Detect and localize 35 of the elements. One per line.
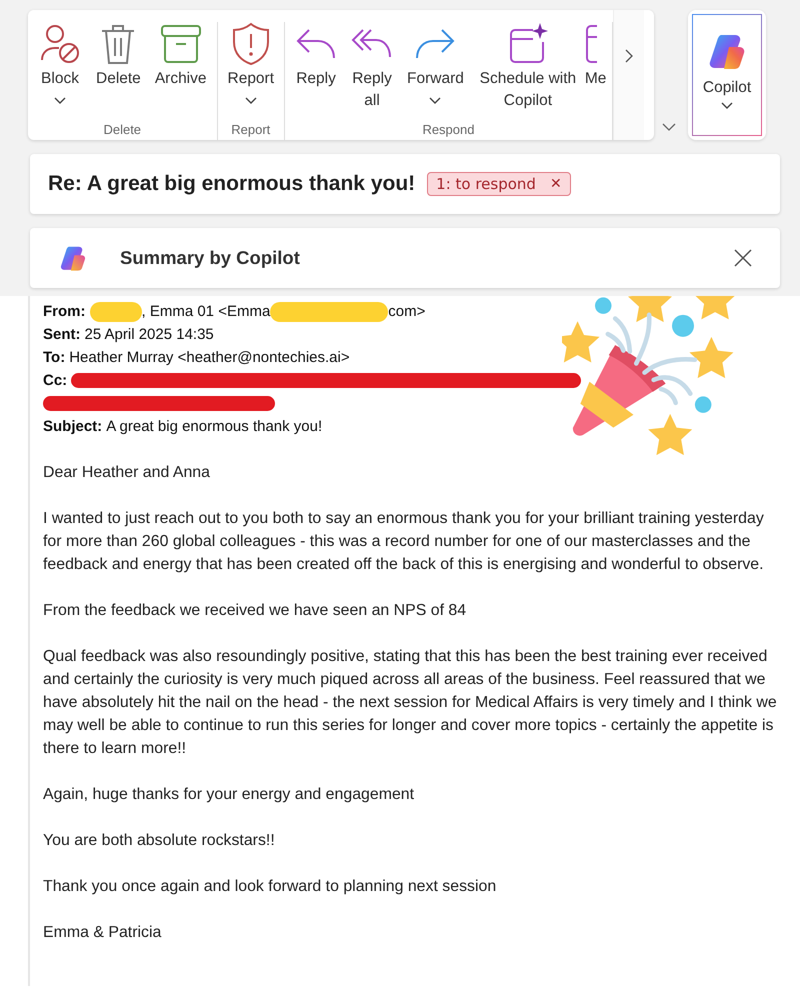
message-paragraph: Qual feedback was also resoundingly positive, stating that this has been the best training ever received and certainly the curiosity is very much piqued across all areas of the business. Feel reassured that we have absolutely hit the nail on the head - the next session for Medical Affairs is very timely and I think we may well be able to continue to run this series for longer and cover more topics - certainly the appetite is there to learn more!! [43, 647, 778, 759]
ribbon-button[interactable]: Forward [400, 22, 471, 122]
message-paragraph: Thank you once again and look forward to planning next session [43, 877, 498, 897]
remove-tag-button[interactable]: ✕ [550, 176, 562, 192]
group-label: Delete [103, 122, 142, 139]
header-value: 25 April 2025 14:35 [84, 325, 214, 345]
header-value: Heather Murray <heather@nontechies.ai> [69, 348, 350, 368]
header-label: Cc: [43, 371, 68, 391]
ribbon-button[interactable]: Report [220, 22, 282, 122]
header-label: Sent: [43, 325, 80, 345]
message-paragraph: Emma & Patricia [43, 923, 162, 943]
copilot-button[interactable]: Copilot [692, 14, 762, 136]
ribbon-button[interactable]: Delete [89, 22, 148, 122]
message-paragraph: You are both absolute rockstars!! [43, 831, 276, 851]
ribbon-button[interactable]: Block [31, 22, 89, 122]
message-paragraph: I wanted to just reach out to you both to say an enormous thank you for your brilliant training yesterday for more than 260 global colleagues - this was a record number for one of our masterclasses and the feedback and energy that has been created off the back of this is energising and wonderful to observe. [43, 509, 765, 575]
message-subject: Re: A great big enormous thank you! [48, 172, 416, 196]
header-label: Subject: [43, 417, 102, 437]
group-label: Respond [422, 122, 474, 139]
header-label: To: [43, 348, 66, 368]
header-label: From: [43, 302, 86, 322]
header-value: A great big enormous thank you! [106, 417, 322, 437]
header-value: , Emma 01 <Emma [142, 302, 270, 322]
ribbon-button[interactable]: Reply all [344, 22, 400, 122]
ribbon-button[interactable]: Reply [288, 22, 344, 122]
ribbon-button[interactable]: Archive [148, 22, 214, 122]
ribbon-button[interactable]: Schedule with Copilot [470, 22, 585, 122]
group-label: Report [231, 122, 270, 139]
ribbon-button[interactable]: Me [584, 22, 609, 122]
summary-title: Summary by Copilot [120, 247, 301, 269]
message-paragraph: Again, huge thanks for your energy and engagement [43, 785, 416, 805]
message-paragraph: Dear Heather and Anna [43, 463, 211, 483]
message-paragraph: From the feedback we received we have seen an NPS of 84 [43, 601, 468, 621]
tag-label: 1: to respond [436, 175, 536, 193]
header-value: com> [388, 302, 426, 322]
